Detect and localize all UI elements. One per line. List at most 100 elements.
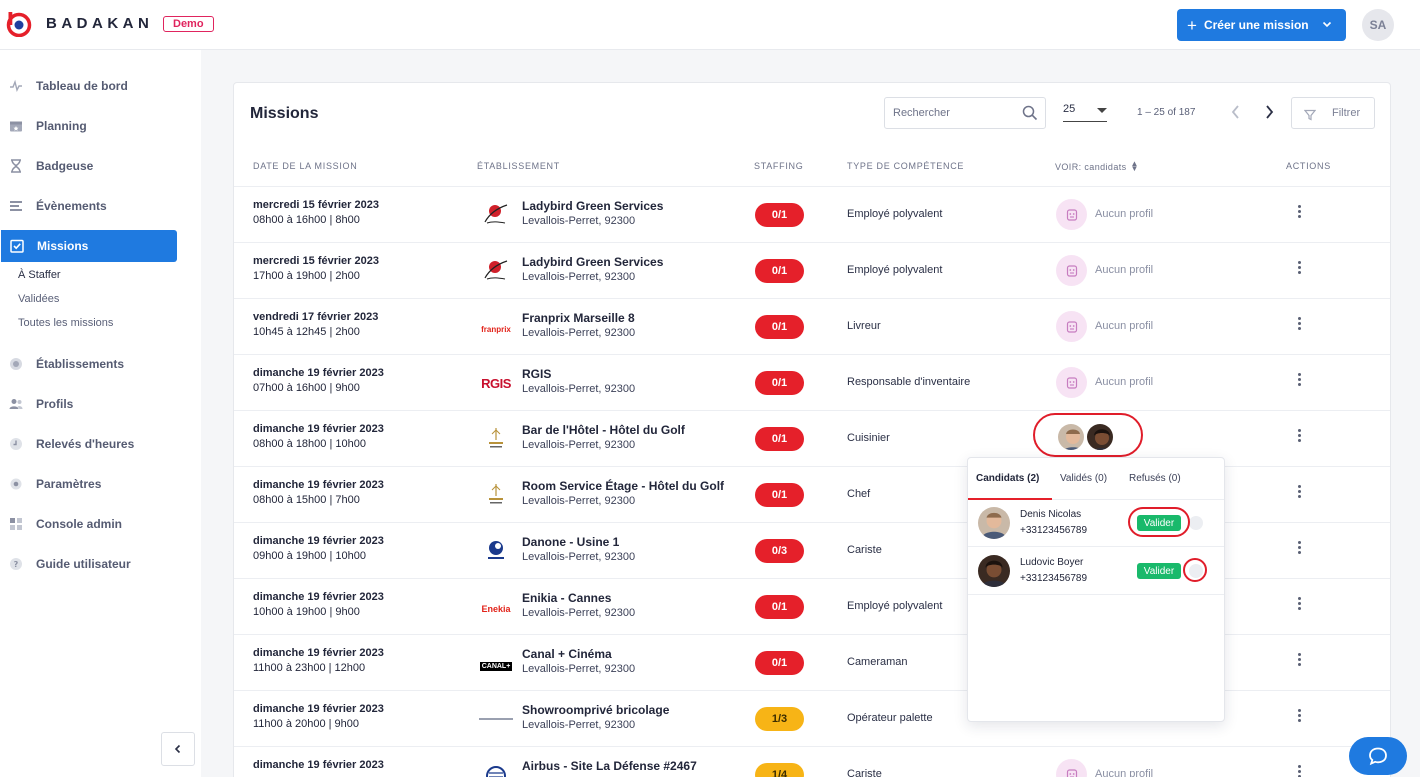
establishment-name[interactable]: Enikia - Cannes [522,591,732,605]
mission-date: dimanche 19 février 2023 [253,535,384,547]
user-avatar[interactable]: SA [1362,9,1394,41]
mission-date: dimanche 19 février 2023 [253,647,384,659]
refuse-icon[interactable] [1189,516,1203,530]
sidebar-item-releves[interactable]: Relevés d'heures [0,428,178,460]
establishment-name[interactable]: RGIS [522,367,732,381]
sidebar-item-planning[interactable]: Planning [0,110,178,142]
more-actions-icon[interactable] [1294,429,1304,442]
more-actions-icon[interactable] [1294,709,1304,722]
more-actions-icon[interactable] [1294,485,1304,498]
airbus-logo [483,763,509,777]
no-profile-icon[interactable] [1056,759,1087,777]
more-actions-icon[interactable] [1294,765,1304,777]
sidebar-item-missions[interactable]: Missions [1,230,177,262]
sidebar-item-etablissements[interactable]: Établissements [0,348,178,380]
establishment-name[interactable]: Room Service Étage - Hôtel du Golf [522,479,732,493]
sidebar-item-label: Profils [36,397,74,411]
chat-button[interactable] [1349,737,1407,775]
establishment-logo: Enekia [479,597,513,619]
mission-date: dimanche 19 février 2023 [253,479,384,491]
sidebar-subitem-validees[interactable]: Validées [18,293,59,305]
tab-refuses[interactable]: Refusés (0) [1129,473,1181,484]
establishment-name[interactable]: Airbus - Site La Défense #2467 [522,759,732,773]
skill-type: Chef [847,488,871,500]
sidebar-item-label: Paramètres [36,477,102,491]
badakan-logo-icon[interactable] [6,11,32,37]
column-header-actions: Actions [1286,161,1331,171]
tab-candidats[interactable]: Candidats (2) [976,473,1039,484]
highlight-ring [1033,413,1143,457]
more-actions-icon[interactable] [1294,653,1304,666]
establishment-logo [479,540,513,563]
collapse-sidebar-button[interactable] [161,732,195,766]
more-actions-icon[interactable] [1294,205,1304,218]
mission-date: dimanche 19 février 2023 [253,367,384,379]
filter-button[interactable]: Filtrer [1291,97,1375,129]
establishment-name[interactable]: Danone - Usine 1 [522,535,732,549]
table-row[interactable]: dimanche 19 février 2023 07h00 à 16h00 |… [234,354,1390,410]
sidebar-subitem-toutes[interactable]: Toutes les missions [18,317,113,329]
skill-type: Livreur [847,320,881,332]
establishment-name[interactable]: Bar de l'Hôtel - Hôtel du Golf [522,423,732,437]
more-actions-icon[interactable] [1294,261,1304,274]
sidebar-item-dashboard[interactable]: Tableau de bord [0,70,178,102]
establishment-name[interactable]: Franprix Marseille 8 [522,311,732,325]
table-row[interactable]: vendredi 17 février 2023 10h45 à 12h45 |… [234,298,1390,354]
staffing-badge: 0/1 [755,315,804,339]
staffing-badge: 0/1 [755,651,804,675]
previous-page-icon[interactable] [1229,103,1243,121]
sidebar-item-guide[interactable]: ? Guide utilisateur [0,548,178,580]
per-page-select[interactable]: 25 [1063,103,1107,122]
sidebar-subitem-a-staffer[interactable]: À Staffer [18,269,61,281]
sidebar-item-label: Guide utilisateur [36,557,131,571]
sidebar-item-label: Console admin [36,517,123,531]
more-actions-icon[interactable] [1294,541,1304,554]
validate-button[interactable]: Valider [1137,563,1181,579]
skill-type: Employé polyvalent [847,208,943,220]
candidate-row: Ludovic Boyer +33123456789 Valider [968,547,1224,595]
more-actions-icon[interactable] [1294,317,1304,330]
mission-time: 11h00 à 23h00 | 12h00 [253,662,366,674]
sort-icon[interactable]: ▲ ▼ [1131,160,1139,173]
establishment-address: Levallois-Perret, 92300 [522,327,636,339]
establishment-name[interactable]: Canal + Cinéma [522,647,732,661]
establishment-name[interactable]: Showroomprivé bricolage [522,703,732,717]
mission-date: vendredi 17 février 2023 [253,311,379,323]
search-input[interactable]: Rechercher [884,97,1046,129]
establishment-name[interactable]: Ladybird Green Services [522,255,732,269]
search-placeholder: Rechercher [893,107,950,119]
candidate-phone: +33123456789 [1020,573,1088,584]
chat-bubble-icon [1369,747,1387,766]
table-row[interactable]: mercredi 15 février 2023 17h00 à 19h00 |… [234,242,1390,298]
no-profile-icon[interactable] [1056,311,1087,342]
sidebar-item-console[interactable]: Console admin [0,508,178,540]
more-actions-icon[interactable] [1294,597,1304,610]
column-header-candidates[interactable]: VOIR: candidats ▲ ▼ [1055,160,1139,173]
more-actions-icon[interactable] [1294,373,1304,386]
sidebar-item-badgeuse[interactable]: Badgeuse [0,150,178,182]
ladybird-logo [481,203,511,230]
no-profile-icon[interactable] [1056,255,1087,286]
establishment-address: Levallois-Perret, 92300 [522,215,636,227]
sidebar-item-evenements[interactable]: Évènements [0,190,178,222]
create-mission-button[interactable]: + Créer une mission [1177,9,1346,41]
staffing-badge: 0/1 [755,259,804,283]
table-row[interactable]: mercredi 15 février 2023 08h00 à 16h00 |… [234,186,1390,242]
column-header-establishment: Établissement [477,161,560,171]
establishment-name[interactable]: Ladybird Green Services [522,199,732,213]
mission-time: 08h00 à 16h00 | 8h00 [253,214,360,226]
no-profile-icon[interactable] [1056,199,1087,230]
search-icon[interactable] [1022,105,1038,121]
establishment-logo [479,203,513,230]
table-row[interactable]: dimanche 19 février 2023 Airbus - Site L… [234,746,1390,777]
top-bar: BADAKAN Demo + Créer une mission SA [0,0,1420,50]
next-page-icon[interactable] [1262,103,1276,121]
sidebar-item-profils[interactable]: Profils [0,388,178,420]
chevron-down-icon[interactable] [1322,19,1332,29]
sidebar-item-parametres[interactable]: Paramètres [0,468,178,500]
list-icon [8,198,24,214]
no-profile-icon[interactable] [1056,367,1087,398]
tab-valides[interactable]: Validés (0) [1060,473,1107,484]
skill-type: Opérateur palette [847,712,933,724]
hourglass-icon [8,158,24,174]
